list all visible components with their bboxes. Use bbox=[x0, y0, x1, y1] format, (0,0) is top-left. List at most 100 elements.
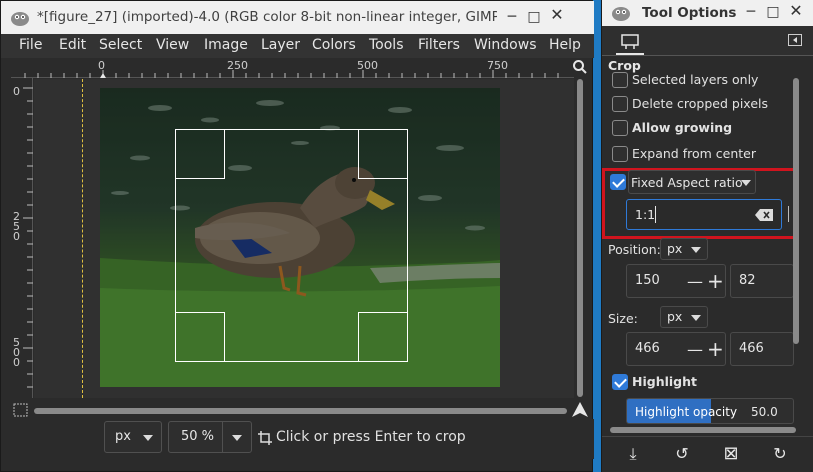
allow-growing-checkbox[interactable] bbox=[612, 120, 628, 136]
close-icon[interactable]: ✕ bbox=[548, 6, 566, 24]
vertical-scrollbar-thumb[interactable] bbox=[793, 78, 799, 344]
vertical-scrollbar[interactable] bbox=[574, 79, 586, 399]
zoom-value: 50 % bbox=[181, 429, 215, 444]
tool-options-title: Tool Options bbox=[642, 5, 737, 21]
window-title: *[figure_27] (imported)-4.0 (RGB color 8… bbox=[37, 9, 497, 25]
plus-icon[interactable]: + bbox=[707, 269, 724, 293]
chevron-down-icon bbox=[741, 180, 751, 186]
position-unit: px bbox=[667, 241, 683, 256]
fixed-mode-dropdown[interactable]: Fixed Aspect ratio bbox=[628, 170, 756, 194]
menu-colors[interactable]: Colors bbox=[312, 37, 356, 53]
section-title: Crop bbox=[608, 58, 641, 73]
save-options-icon[interactable]: ⤓ bbox=[622, 443, 644, 465]
minus-icon[interactable]: — bbox=[687, 340, 703, 359]
navigate-icon[interactable] bbox=[571, 401, 589, 419]
guide-line bbox=[82, 79, 83, 398]
ruler-label-0: 0 bbox=[98, 59, 105, 72]
crop-rectangle[interactable] bbox=[175, 129, 408, 362]
menu-filters[interactable]: Filters bbox=[418, 37, 460, 53]
maximize-icon[interactable]: □ bbox=[525, 8, 543, 26]
zoom-icon[interactable] bbox=[572, 59, 588, 75]
crop-handle-bottom-left[interactable] bbox=[175, 312, 225, 362]
position-y-spinner[interactable]: 82 bbox=[730, 264, 794, 298]
ruler-label-500: 5 0 0 bbox=[13, 336, 20, 369]
crop-handle-top-right[interactable] bbox=[358, 129, 408, 179]
ruler-label-250: 2 5 0 bbox=[13, 210, 20, 243]
fixed-aspect-checkbox[interactable] bbox=[610, 174, 626, 190]
delete-options-icon[interactable]: ⊠ bbox=[720, 443, 742, 465]
menu-help[interactable]: Help bbox=[549, 37, 581, 53]
unit-value: px bbox=[115, 429, 131, 444]
vertical-ruler[interactable]: 0 2 5 0 5 0 0 bbox=[11, 78, 33, 398]
expand-from-center-checkbox[interactable] bbox=[612, 146, 628, 162]
delete-cropped-pixels-label: Delete cropped pixels bbox=[632, 96, 768, 111]
aspect-ratio-input[interactable]: 1:1 bbox=[626, 199, 782, 230]
aspect-ratio-value: 1:1 bbox=[635, 207, 656, 222]
tool-options-tab-icon[interactable] bbox=[620, 32, 640, 50]
position-unit-dropdown[interactable]: px bbox=[660, 238, 708, 260]
status-message: Click or press Enter to crop bbox=[276, 429, 466, 445]
menubar: File Edit Select View Image Layer Colors… bbox=[1, 34, 594, 58]
menu-windows[interactable]: Windows bbox=[474, 37, 537, 53]
menu-file[interactable]: File bbox=[19, 37, 42, 53]
crop-handle-bottom-right[interactable] bbox=[358, 312, 408, 362]
crop-handle-top-left[interactable] bbox=[175, 129, 225, 179]
size-unit: px bbox=[667, 309, 683, 324]
chevron-down-icon bbox=[232, 435, 242, 441]
ruler-label-0: 0 bbox=[13, 85, 20, 98]
tool-options-titlebar[interactable]: Tool Options ─ □ ✕ bbox=[602, 0, 813, 26]
highlight-opacity-slider[interactable]: Highlight opacity 50.0 bbox=[626, 398, 794, 424]
minimize-icon[interactable]: ─ bbox=[742, 3, 760, 21]
delete-cropped-pixels-checkbox[interactable] bbox=[612, 96, 628, 112]
highlight-checkbox[interactable] bbox=[612, 374, 628, 390]
divider bbox=[222, 422, 223, 452]
maximize-icon[interactable]: □ bbox=[764, 3, 782, 21]
horizontal-scrollbar-thumb[interactable] bbox=[34, 408, 567, 414]
unit-selector[interactable]: px bbox=[104, 421, 162, 453]
position-label: Position: bbox=[608, 242, 661, 257]
menu-view[interactable]: View bbox=[156, 37, 189, 53]
position-y-value: 82 bbox=[739, 273, 756, 288]
ruler-label-250: 250 bbox=[227, 59, 248, 72]
menu-layer[interactable]: Layer bbox=[261, 37, 300, 53]
minus-icon[interactable]: — bbox=[687, 272, 703, 291]
close-icon[interactable]: ✕ bbox=[787, 2, 805, 20]
position-x-value: 150 bbox=[635, 273, 660, 288]
selected-layers-only-checkbox[interactable] bbox=[612, 72, 628, 88]
fixed-mode-label: Fixed Aspect ratio bbox=[631, 175, 743, 190]
dock-menu-icon[interactable] bbox=[788, 34, 802, 46]
quick-mask-icon[interactable] bbox=[13, 403, 29, 417]
text-cursor bbox=[655, 206, 656, 223]
horizontal-scrollbar-thumb[interactable] bbox=[610, 427, 796, 433]
gimp-logo-icon bbox=[612, 7, 630, 21]
highlight-label: Highlight bbox=[632, 374, 697, 389]
clear-input-icon[interactable] bbox=[755, 209, 773, 221]
chevron-down-icon bbox=[691, 247, 701, 253]
highlight-opacity-value: 50.0 bbox=[751, 405, 778, 419]
zoom-selector[interactable]: 50 % bbox=[168, 421, 252, 453]
ruler-label-750: 750 bbox=[487, 59, 508, 72]
restore-options-icon[interactable]: ↺ bbox=[671, 443, 693, 465]
vertical-scrollbar-thumb[interactable] bbox=[577, 79, 583, 397]
image-window-titlebar[interactable]: *[figure_27] (imported)-4.0 (RGB color 8… bbox=[1, 1, 594, 34]
menu-tools[interactable]: Tools bbox=[369, 37, 404, 53]
size-unit-dropdown[interactable]: px bbox=[660, 306, 708, 328]
menu-image[interactable]: Image bbox=[204, 37, 248, 53]
chevron-down-icon bbox=[143, 435, 153, 441]
horizontal-ruler[interactable]: 0 250 500 750 bbox=[11, 58, 574, 78]
size-height-spinner[interactable]: 466 bbox=[730, 332, 794, 366]
plus-icon[interactable]: + bbox=[707, 337, 724, 361]
menu-select[interactable]: Select bbox=[99, 37, 142, 53]
reset-options-icon[interactable]: ↻ bbox=[769, 443, 791, 465]
size-height-value: 466 bbox=[739, 341, 764, 356]
bottom-button-bar: ⤓ ↺ ⊠ ↻ bbox=[602, 436, 813, 472]
highlight-opacity-label: Highlight opacity bbox=[635, 405, 738, 419]
size-label: Size: bbox=[608, 311, 638, 326]
statusbar: px 50 % Click or press Enter to crop bbox=[1, 419, 594, 459]
minimize-icon[interactable]: ─ bbox=[503, 8, 521, 26]
horizontal-scrollbar[interactable] bbox=[34, 406, 567, 416]
menu-edit[interactable]: Edit bbox=[59, 37, 86, 53]
dock-tab-row bbox=[602, 26, 813, 56]
position-x-spinner[interactable]: 150 — + bbox=[626, 264, 726, 298]
size-width-spinner[interactable]: 466 — + bbox=[626, 332, 726, 366]
